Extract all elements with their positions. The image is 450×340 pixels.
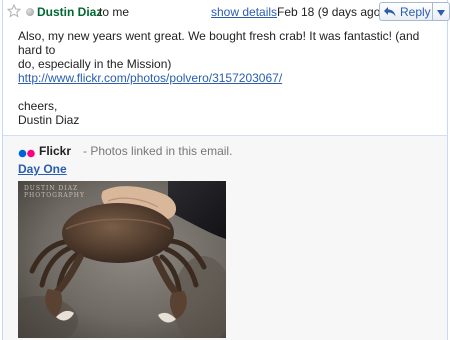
- signature: Dustin Diaz: [18, 113, 80, 127]
- reply-button-group: Reply: [379, 2, 450, 21]
- flickr-photo-link[interactable]: http://www.flickr.com/photos/polvero/315…: [18, 71, 282, 85]
- recipient-text: to me: [99, 5, 130, 19]
- reply-label: Reply: [400, 4, 431, 19]
- message-body: Also, my new years went great. We bought…: [18, 29, 438, 127]
- signoff: cheers,: [18, 99, 58, 113]
- presence-dot-icon: [26, 8, 34, 16]
- flickr-description: - Photos linked in this email.: [83, 144, 233, 158]
- sender-name[interactable]: Dustin Diaz: [37, 5, 102, 19]
- dropdown-triangle-icon: [437, 5, 446, 19]
- body-line: do, especially in the Mission): [18, 57, 172, 71]
- photo-watermark: DUSTIN DIAZ PHOTOGRAPHY: [24, 185, 85, 199]
- message-date: Feb 18 (9 days ago): [277, 5, 385, 19]
- reply-arrow-icon: [383, 6, 397, 18]
- message-header: Dustin Diaz to me show details Feb 18 (9…: [3, 0, 450, 24]
- flickr-logo-icon: [18, 147, 36, 158]
- body-line: Also, my new years went great. We bought…: [18, 29, 420, 57]
- crab-photo[interactable]: DUSTIN DIAZ PHOTOGRAPHY: [18, 181, 226, 338]
- flickr-title: Flickr: [39, 144, 72, 158]
- message-frame: Dustin Diaz to me show details Feb 18 (9…: [2, 0, 450, 340]
- show-details-link[interactable]: show details: [211, 5, 277, 19]
- photo-title-link[interactable]: Day One: [18, 162, 67, 176]
- star-icon[interactable]: [6, 3, 22, 18]
- reply-dropdown-button[interactable]: [433, 3, 449, 20]
- reply-button[interactable]: Reply: [380, 3, 434, 20]
